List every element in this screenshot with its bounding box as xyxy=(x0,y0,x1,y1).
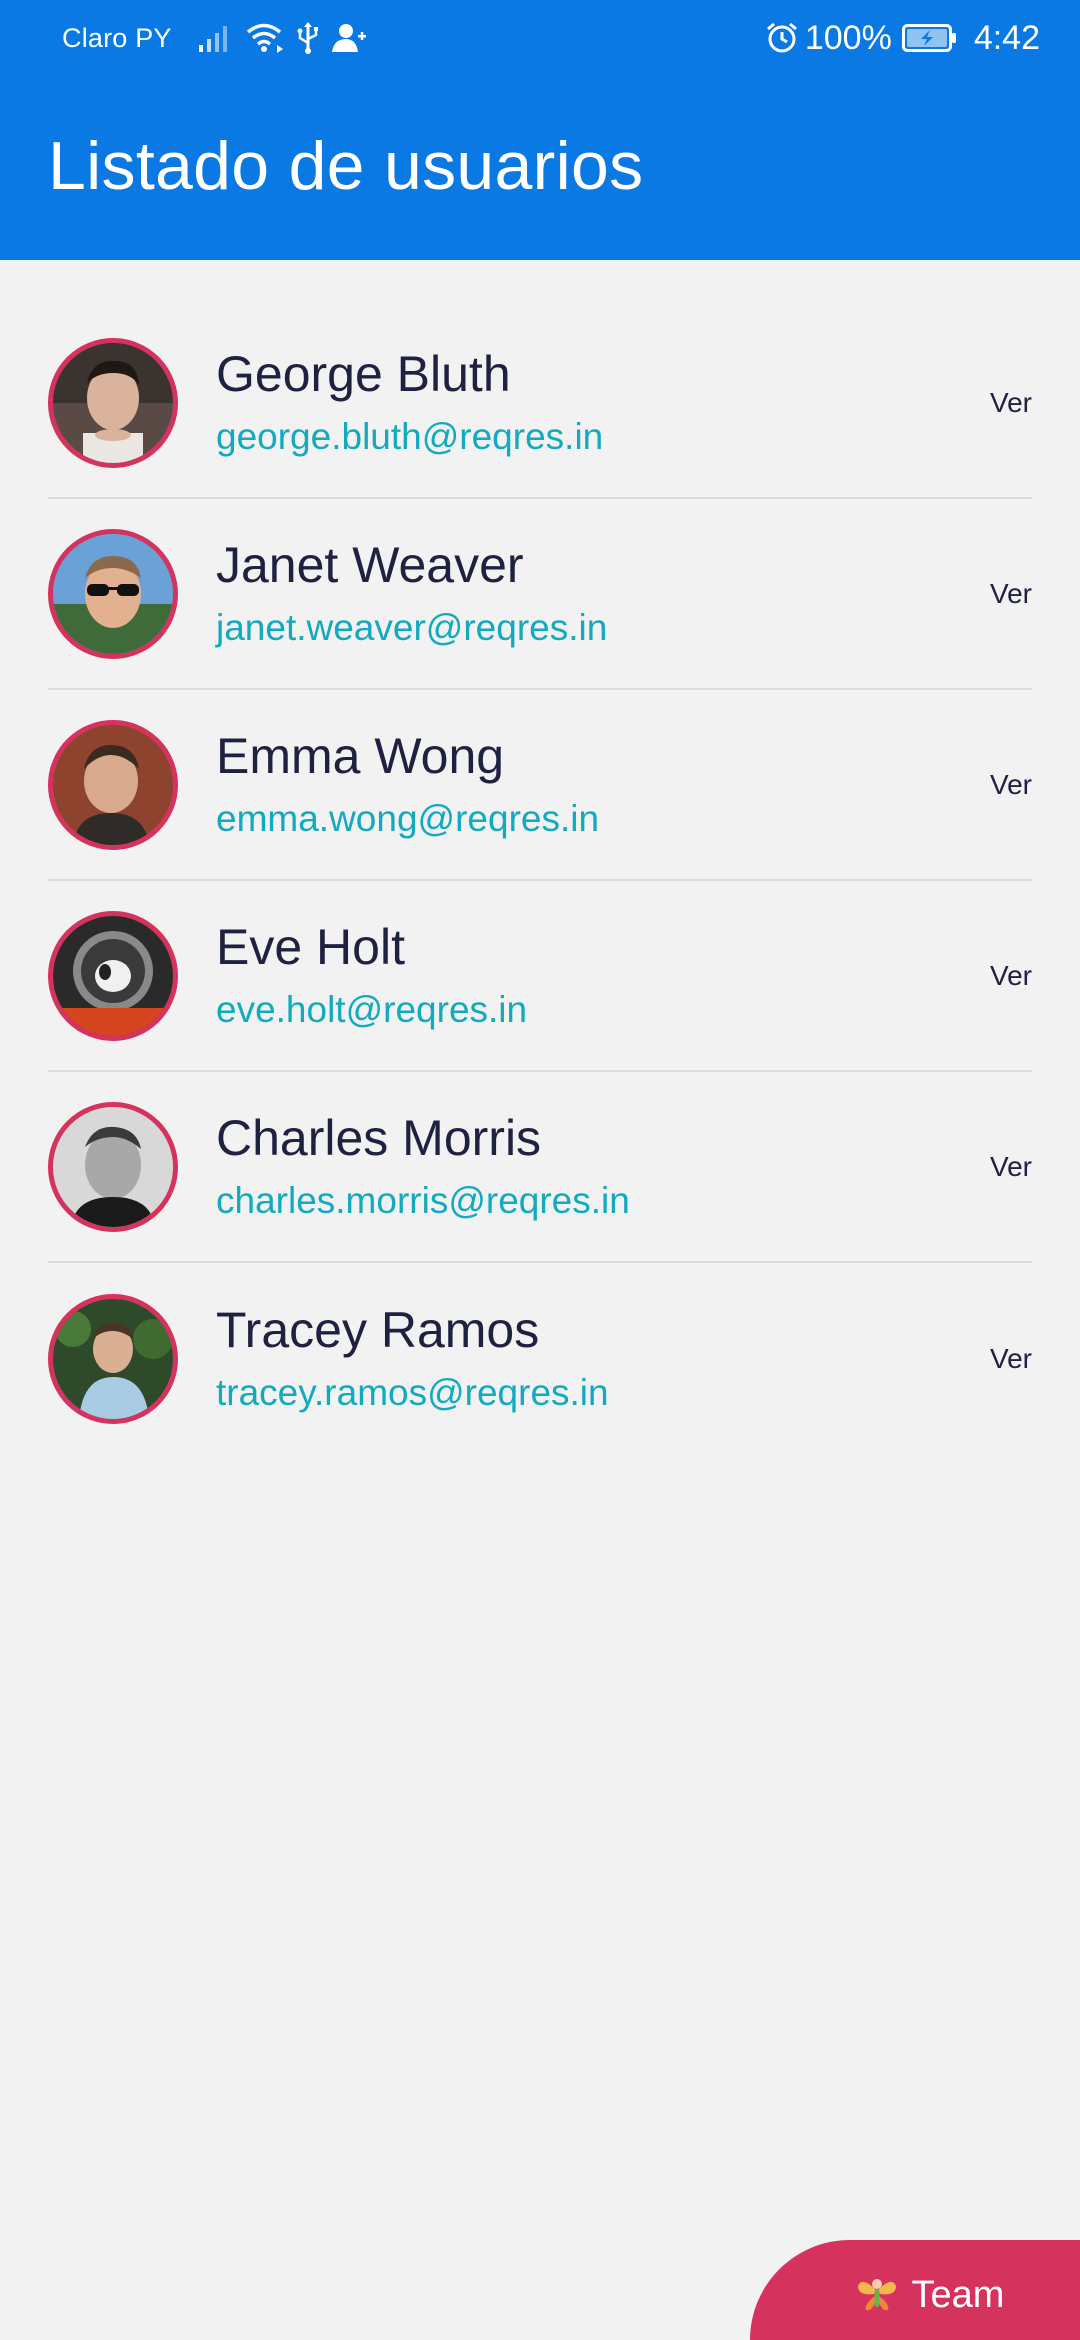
user-text: Emma Wong emma.wong@reqres.in xyxy=(216,729,970,840)
list-item[interactable]: George Bluth george.bluth@reqres.in Ver xyxy=(48,308,1032,499)
user-name: Janet Weaver xyxy=(216,537,524,593)
avatar xyxy=(48,1293,178,1424)
list-item[interactable]: Charles Morris charles.morris@reqres.in … xyxy=(48,1072,1032,1263)
avatar xyxy=(48,337,178,468)
user-email: george.bluth@reqres.in xyxy=(216,416,604,457)
user-text: Janet Weaver janet.weaver@reqres.in xyxy=(216,538,970,649)
page-title: Listado de usuarios xyxy=(48,128,644,204)
view-button[interactable]: Ver xyxy=(970,759,1032,811)
user-email: eve.holt@reqres.in xyxy=(216,989,528,1030)
status-bar: Claro PY 100% 4:42 xyxy=(0,0,1080,76)
account-icon xyxy=(331,23,368,53)
user-name: Eve Holt xyxy=(216,919,405,975)
user-name: Emma Wong xyxy=(216,728,505,784)
avatar xyxy=(48,528,178,659)
usb-icon xyxy=(296,22,320,54)
user-text: Eve Holt eve.holt@reqres.in xyxy=(216,920,970,1031)
clock: 4:42 xyxy=(973,18,1040,57)
list-item[interactable]: Janet Weaver janet.weaver@reqres.in Ver xyxy=(48,499,1032,690)
carrier-label: Claro PY xyxy=(62,22,172,53)
avatar xyxy=(48,1101,178,1232)
view-button[interactable]: Ver xyxy=(970,1333,1032,1385)
status-right: 100% 4:42 xyxy=(765,19,1040,58)
view-button[interactable]: Ver xyxy=(970,950,1032,1002)
user-text: Charles Morris charles.morris@reqres.in xyxy=(216,1111,970,1222)
avatar xyxy=(48,719,178,850)
view-button[interactable]: Ver xyxy=(970,377,1032,429)
list-item[interactable]: Eve Holt eve.holt@reqres.in Ver xyxy=(48,881,1032,1072)
avatar xyxy=(48,910,178,1041)
list-item[interactable]: Emma Wong emma.wong@reqres.in Ver xyxy=(48,690,1032,881)
app-bar: Listado de usuarios xyxy=(0,76,1080,260)
signal-icon xyxy=(198,23,234,53)
user-email: emma.wong@reqres.in xyxy=(216,798,600,839)
fairy-icon xyxy=(856,2274,898,2316)
user-email: janet.weaver@reqres.in xyxy=(216,607,608,648)
team-button[interactable]: Team xyxy=(750,2240,1080,2340)
battery-percent: 100% xyxy=(804,18,892,57)
battery-charging-icon xyxy=(901,24,958,52)
user-name: Tracey Ramos xyxy=(216,1302,540,1358)
user-email: tracey.ramos@reqres.in xyxy=(216,1372,609,1413)
user-name: George Bluth xyxy=(216,346,511,402)
view-button[interactable]: Ver xyxy=(970,1141,1032,1193)
user-list: George Bluth george.bluth@reqres.in Ver … xyxy=(48,308,1032,1454)
user-email: charles.morris@reqres.in xyxy=(216,1180,630,1221)
user-text: George Bluth george.bluth@reqres.in xyxy=(216,347,970,458)
wifi-icon xyxy=(246,23,284,53)
view-button[interactable]: Ver xyxy=(970,568,1032,620)
team-button-label: Team xyxy=(911,2273,1005,2316)
user-text: Tracey Ramos tracey.ramos@reqres.in xyxy=(216,1303,970,1414)
list-item[interactable]: Tracey Ramos tracey.ramos@reqres.in Ver xyxy=(48,1263,1032,1454)
status-left: Claro PY xyxy=(62,22,380,54)
user-name: Charles Morris xyxy=(216,1110,542,1166)
screen: Claro PY 100% 4:42 Listado de usuarios G… xyxy=(0,0,1080,2340)
alarm-icon xyxy=(765,21,799,55)
